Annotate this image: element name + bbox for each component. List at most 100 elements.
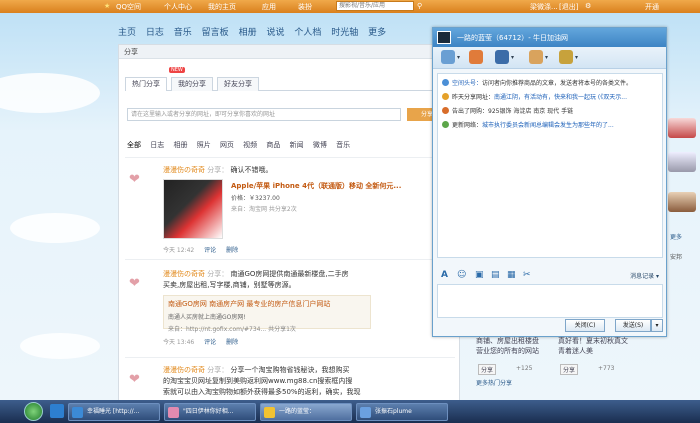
screenshot-icon[interactable]: ▤: [491, 271, 500, 280]
taskbar-item[interactable]: 张振石plume: [356, 403, 448, 421]
tab-friend-share[interactable]: 好友分享: [217, 77, 259, 91]
chevron-down-icon[interactable]: ▾: [457, 54, 460, 61]
send-options-button[interactable]: ▾: [651, 319, 663, 332]
chat-message: 空间头号：访问者向你推荐商品的文章，发送者将本号的各类文件。: [442, 78, 658, 87]
tab-my-share[interactable]: 我的分享: [171, 77, 213, 91]
hot-share-text[interactable]: 营业您的所有的网站: [476, 346, 539, 356]
emoji-icon[interactable]: ☺: [457, 271, 466, 280]
file-icon[interactable]: ▣: [475, 271, 484, 280]
more-hot-share-link[interactable]: 更多热门分享: [476, 378, 512, 387]
decorate-link[interactable]: 装扮: [298, 2, 312, 12]
hot-share-button[interactable]: 分享: [560, 364, 579, 375]
hot-share-text[interactable]: 青着迷人美: [558, 346, 593, 356]
contact-avatar[interactable]: [437, 31, 451, 44]
post-author[interactable]: 漫漫伤の奇奇: [163, 270, 205, 278]
product-title-link[interactable]: Apple/苹果 iPhone 4代（联通版）移动 全新何元...: [231, 181, 401, 191]
nav-item-guestbook[interactable]: 留言板: [202, 28, 229, 38]
filter-webpage[interactable]: 网页: [220, 141, 234, 149]
taskbar-item[interactable]: "四日伊林你好相...: [164, 403, 256, 421]
nav-item-blog[interactable]: 日志: [146, 28, 164, 38]
message-text[interactable]: 城市执行委员会新闻总编辑会发生为那些年的了...: [482, 122, 614, 129]
personal-center-link[interactable]: 个人中心: [164, 2, 192, 12]
filter-goods[interactable]: 商品: [266, 141, 280, 149]
message-history-button[interactable]: 消息记录 ▾: [630, 271, 659, 280]
recommend-thumbnail[interactable]: [668, 118, 696, 138]
apps-link[interactable]: 应用: [262, 2, 276, 12]
heart-avatar-icon[interactable]: ❤: [129, 277, 151, 291]
hot-share-text[interactable]: 商铺、房屋出租楼盘: [476, 336, 539, 346]
nav-item-album[interactable]: 相册: [239, 28, 257, 38]
nav-item-shuoshuo[interactable]: 说说: [266, 28, 284, 38]
heart-avatar-icon[interactable]: ❤: [129, 173, 151, 187]
taskbar: 幸福睡光 [http://... "四日伊林你好相... 一路的蓝莹： 张振石p…: [0, 400, 700, 423]
link-title[interactable]: 南通GO房网 南通房产网 最专业的房产信息门户网站: [168, 299, 366, 309]
group-icon[interactable]: [529, 50, 543, 64]
recommend-thumbnail[interactable]: [668, 192, 696, 212]
hot-share-button[interactable]: 分享: [478, 364, 497, 375]
chevron-down-icon[interactable]: ▾: [511, 54, 514, 61]
my-home-link[interactable]: 我的主页: [208, 2, 236, 12]
tab-hot-share[interactable]: 热门分享: [125, 77, 167, 91]
app-icon[interactable]: [559, 50, 573, 64]
comment-link[interactable]: 评论: [204, 247, 216, 254]
browser-icon: [72, 407, 83, 418]
ie-icon[interactable]: [50, 404, 64, 418]
nav-item-timeline[interactable]: 时光轴: [331, 28, 358, 38]
comment-link[interactable]: 评论: [204, 339, 216, 346]
video-call-icon[interactable]: [441, 50, 455, 64]
qq-icon: [264, 407, 275, 418]
user-name[interactable]: 梁微涤...: [530, 2, 558, 12]
share-url-input[interactable]: 请在这里输入或者分享的网址，即可分享你喜欢的网址: [127, 108, 401, 121]
product-image[interactable]: [163, 179, 223, 239]
message-prefix[interactable]: 空间头号：: [452, 80, 482, 87]
link-preview-card[interactable]: 南通GO房网 南通房产网 最专业的房产信息门户网站 南通人买房就上南通GO房网!…: [163, 295, 371, 333]
close-button[interactable]: 关闭(C): [565, 319, 605, 332]
hot-share-text[interactable]: 真好看！夏末初秋真文: [558, 336, 628, 346]
filter-blog[interactable]: 日志: [150, 141, 164, 149]
more-link[interactable]: 更多: [670, 232, 682, 241]
scissors-icon[interactable]: ✂: [523, 271, 532, 280]
post-author[interactable]: 漫漫伤の奇奇: [163, 166, 205, 174]
filter-photo[interactable]: 照片: [197, 141, 211, 149]
taskbar-item[interactable]: 幸福睡光 [http://...: [68, 403, 160, 421]
filter-music[interactable]: 音乐: [336, 141, 350, 149]
search-icon[interactable]: ⚲: [417, 2, 422, 10]
chat-window: 一路的蓝莹（64712）- 牛日加油网 ▾ ▾ ▾ ▾ 空间头号：访问者向你推荐…: [432, 27, 667, 337]
post-author[interactable]: 漫漫伤の奇奇: [163, 366, 205, 374]
shop-icon[interactable]: [469, 50, 483, 64]
recommend-thumbnail[interactable]: [668, 152, 696, 172]
heart-icon: [442, 93, 449, 100]
nav-item-music[interactable]: 音乐: [174, 28, 192, 38]
gear-icon[interactable]: ⚙: [585, 2, 591, 10]
cloud-decoration: [0, 73, 100, 113]
brand-label[interactable]: QQ空间: [116, 2, 141, 12]
start-button[interactable]: [24, 402, 43, 421]
filter-video[interactable]: 视频: [243, 141, 257, 149]
delete-link[interactable]: 删除: [226, 247, 238, 254]
filter-album[interactable]: 相册: [173, 141, 187, 149]
search-input[interactable]: 搜影视/音乐/应用: [336, 1, 414, 11]
chevron-down-icon[interactable]: ▾: [545, 54, 548, 61]
update-icon: [442, 121, 449, 128]
nav-item-home[interactable]: 主页: [118, 28, 136, 38]
filter-weibo[interactable]: 微博: [313, 141, 327, 149]
send-button[interactable]: 发送(S): [615, 319, 651, 332]
open-vip-link[interactable]: 开通: [645, 2, 659, 12]
filter-news[interactable]: 新闻: [290, 141, 304, 149]
nav-item-profile[interactable]: 个人档: [294, 28, 321, 38]
chat-message-area[interactable]: 空间头号：访问者向你推荐商品的文章，发送者将本号的各类文件。 昨天分享网址：南通…: [437, 73, 663, 258]
heart-avatar-icon[interactable]: ❤: [129, 373, 151, 387]
nav-item-more[interactable]: 更多: [368, 28, 386, 38]
chat-input-box[interactable]: [437, 284, 663, 318]
chevron-down-icon[interactable]: ▾: [575, 54, 578, 61]
logout-link[interactable]: [退出]: [559, 2, 578, 12]
chat-title-bar[interactable]: 一路的蓝莹（64712）- 牛日加油网: [433, 28, 666, 47]
filter-all[interactable]: 全部: [127, 141, 141, 149]
font-icon[interactable]: A: [441, 271, 450, 280]
image-icon[interactable]: ▦: [507, 271, 516, 280]
qzone-logo-icon[interactable]: ★: [104, 2, 110, 10]
delete-link[interactable]: 删除: [226, 339, 238, 346]
taskbar-item[interactable]: 一路的蓝莹：: [260, 403, 352, 421]
contact-card-icon[interactable]: [495, 50, 509, 64]
message-text[interactable]: 南通江阴，有活动有，快来和我一起玩 (《双天示...: [494, 94, 627, 101]
